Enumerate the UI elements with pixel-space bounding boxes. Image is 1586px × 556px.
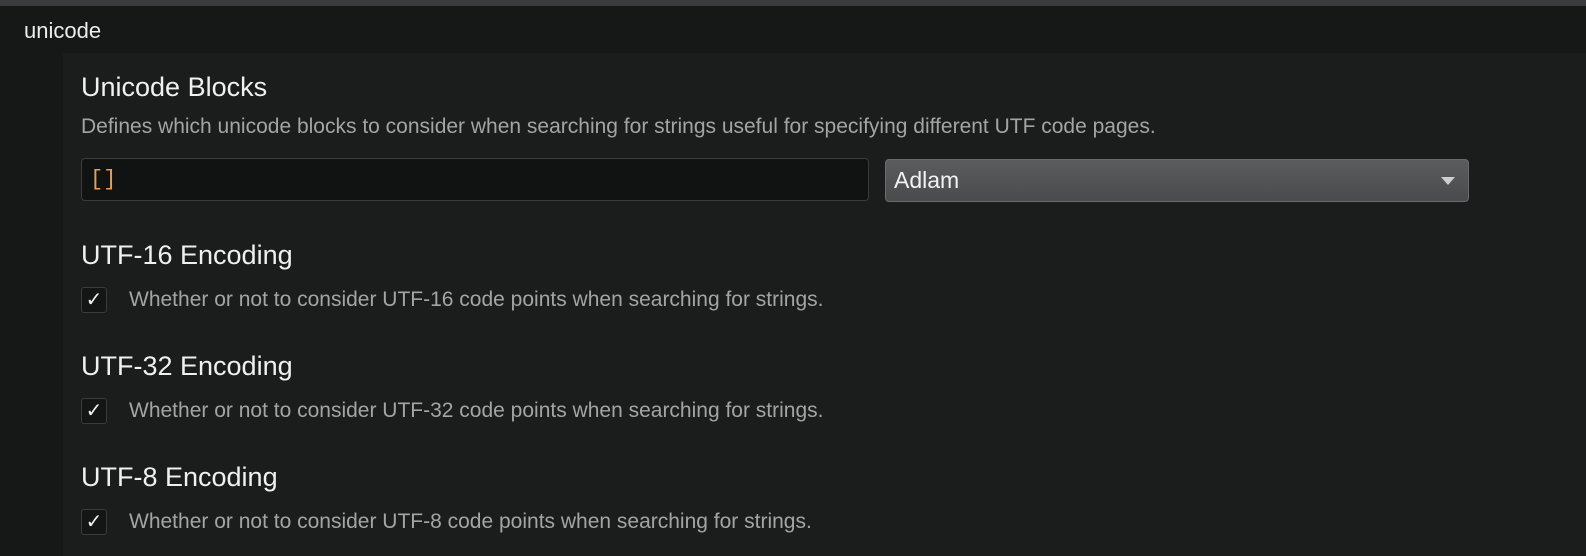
setting-description: Whether or not to consider UTF-16 code p… — [129, 288, 824, 311]
setting-description: Defines which unicode blocks to consider… — [81, 115, 1156, 138]
setting-title: Unicode Blocks — [81, 72, 268, 102]
setting-title: UTF-16 Encoding — [81, 240, 293, 270]
utf16-checkbox[interactable]: ✓ — [81, 287, 107, 313]
settings-category-title: unicode — [24, 18, 102, 43]
utf32-checkbox-row[interactable]: ✓ Whether or not to consider UTF-32 code… — [81, 397, 824, 425]
setting-utf16-encoding: UTF-16 Encoding — [81, 238, 293, 272]
utf32-checkbox[interactable]: ✓ — [81, 398, 107, 424]
window-top-strip — [0, 0, 1586, 6]
setting-title: UTF-8 Encoding — [81, 462, 278, 492]
utf8-checkbox-row[interactable]: ✓ Whether or not to consider UTF-8 code … — [81, 508, 812, 536]
checkmark-icon: ✓ — [85, 511, 103, 533]
setting-title: UTF-32 Encoding — [81, 351, 293, 381]
checkmark-icon: ✓ — [85, 400, 103, 422]
dropdown-selected-value: Adlam — [894, 167, 960, 193]
unicode-block-dropdown[interactable]: Adlam — [885, 159, 1469, 202]
checkmark-icon: ✓ — [85, 289, 103, 311]
setting-utf8-encoding: UTF-8 Encoding — [81, 460, 278, 494]
setting-description: Whether or not to consider UTF-32 code p… — [129, 399, 824, 422]
setting-utf32-encoding: UTF-32 Encoding — [81, 349, 293, 383]
chevron-down-icon — [1441, 177, 1455, 185]
utf8-checkbox[interactable]: ✓ — [81, 509, 107, 535]
setting-description: Whether or not to consider UTF-8 code po… — [129, 510, 812, 533]
unicode-blocks-input[interactable] — [81, 158, 869, 201]
setting-unicode-blocks: Unicode Blocks Defines which unicode blo… — [81, 70, 1156, 141]
utf16-checkbox-row[interactable]: ✓ Whether or not to consider UTF-16 code… — [81, 286, 824, 314]
